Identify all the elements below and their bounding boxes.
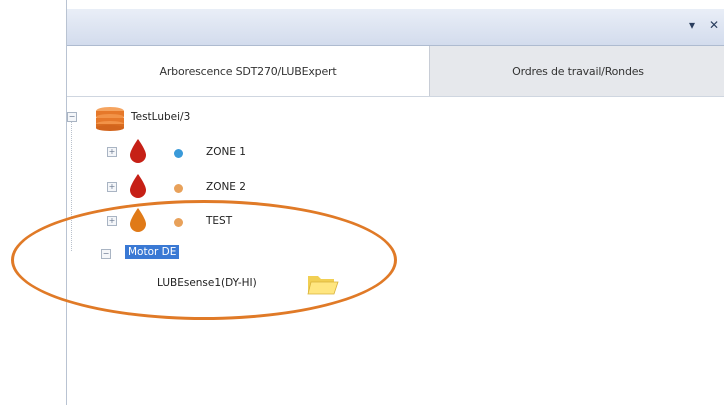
zone-status-dot [174, 149, 183, 158]
pin-dropdown-icon[interactable]: ▾ [689, 18, 695, 32]
annotation-highlight-ellipse [11, 200, 397, 320]
tree-item-zone-2[interactable]: ZONE 2 [206, 181, 246, 193]
expand-zone-toggle[interactable]: + [107, 182, 117, 192]
tab-strip: Arborescence SDT270/LUBExpert Ordres de … [67, 46, 724, 97]
oil-drop-icon [129, 138, 147, 168]
tree-item-zone-1[interactable]: ZONE 1 [206, 146, 246, 158]
panel-title-bar: ▾ ✕ [67, 9, 724, 46]
tree-root-label[interactable]: TestLubei/3 [131, 111, 190, 123]
oil-drop-icon [129, 173, 147, 203]
collapse-root-toggle[interactable]: − [67, 112, 77, 122]
expand-zone-toggle[interactable]: + [107, 147, 117, 157]
close-icon[interactable]: ✕ [709, 18, 719, 32]
tab-arborescence[interactable]: Arborescence SDT270/LUBExpert [67, 46, 429, 96]
tab-work-orders[interactable]: Ordres de travail/Rondes [429, 46, 724, 97]
database-icon [94, 106, 126, 136]
zone-status-dot [174, 184, 183, 193]
